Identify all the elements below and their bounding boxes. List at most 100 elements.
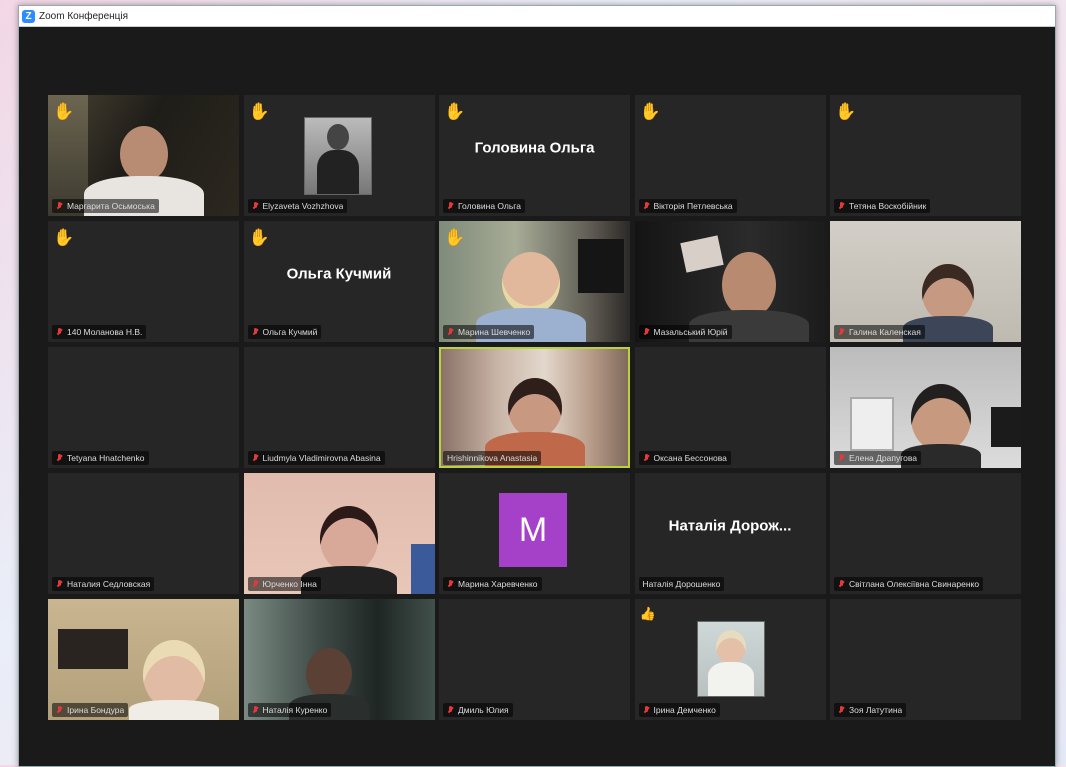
profile-picture — [696, 621, 765, 697]
name-label: Світлана Олексіївна Свинаренко — [834, 577, 984, 591]
video-feed — [634, 221, 826, 342]
name-label: Елена Драпугова — [834, 451, 921, 465]
avatar: M — [499, 493, 567, 567]
participant-tile[interactable]: Юрченко Інна — [243, 473, 435, 594]
participant-tile[interactable]: Світлана Олексіївна Свинаренко — [830, 473, 1021, 594]
name-label: Наталия Седловская — [52, 577, 155, 591]
muted-mic-icon — [643, 705, 650, 715]
name-label: Ірина Бондура — [52, 703, 129, 717]
participant-tile[interactable]: ✋ Марина Шевченко — [439, 221, 630, 342]
participant-tile[interactable]: ✋ Тетяна Воскобійник — [830, 95, 1021, 216]
zoom-window: Z Zoom Конференція ✋ Маргарита Осьмоська — [18, 5, 1056, 767]
name-label: Юрченко Інна — [247, 577, 321, 591]
name-label: Ірина Демченко — [638, 703, 720, 717]
participant-figure — [129, 640, 220, 720]
muted-mic-icon — [56, 453, 63, 463]
muted-mic-icon — [838, 453, 845, 463]
participant-tile[interactable]: ✋ Маргарита Осьмоська — [48, 95, 239, 216]
muted-mic-icon — [252, 579, 259, 589]
video-feed — [830, 221, 1021, 342]
video-feed — [48, 599, 239, 720]
participant-tile[interactable]: ✋ Вікторія Петлевська — [634, 95, 826, 216]
name-label: Вікторія Петлевська — [638, 199, 737, 213]
video-feed — [243, 473, 435, 594]
raised-hand-icon: ✋ — [248, 228, 270, 247]
name-label: Марина Шевченко — [443, 325, 535, 339]
name-label: Галина Каленская — [834, 325, 925, 339]
title-bar: Z Zoom Конференція — [19, 6, 1055, 27]
participant-tile[interactable]: Ольга Кучмий ✋ Ольга Кучмий — [243, 221, 435, 342]
participant-tile[interactable]: 👍 Ірина Демченко — [634, 599, 826, 720]
name-label: Маргарита Осьмоська — [52, 199, 159, 213]
name-label: Оксана Бессонова — [638, 451, 731, 465]
muted-mic-icon — [643, 201, 650, 211]
muted-mic-icon — [252, 705, 259, 715]
display-name: Наталія Дорож... — [668, 517, 792, 534]
video-feed — [439, 221, 630, 342]
muted-mic-icon — [56, 579, 63, 589]
participant-tile[interactable]: Дмиль Юлия — [439, 599, 630, 720]
name-label: Наталія Дорошенко — [638, 577, 725, 591]
name-label: Тетяна Воскобійник — [834, 199, 931, 213]
participant-grid: ✋ Маргарита Осьмоська ✋ Elyzaveta Vozhzh… — [48, 95, 1021, 720]
name-label: Головина Ольга — [443, 199, 525, 213]
raised-hand-icon: 👍 — [639, 606, 656, 621]
participant-tile[interactable]: Наталія Дорож... Наталія Дорошенко — [634, 473, 826, 594]
participant-tile[interactable]: ✋ 140 Моланова Н.В. — [48, 221, 239, 342]
muted-mic-icon — [643, 453, 650, 463]
active-speaker-tile[interactable]: Hrishinnikova Anastasia — [439, 347, 630, 468]
muted-mic-icon — [447, 579, 454, 589]
participant-tile[interactable]: Наталія Куренко — [243, 599, 435, 720]
gallery-view: ✋ Маргарита Осьмоська ✋ Elyzaveta Vozhzh… — [19, 27, 1055, 766]
muted-mic-icon — [838, 201, 845, 211]
participant-tile[interactable]: Елена Драпугова — [830, 347, 1021, 468]
profile-picture — [303, 117, 372, 195]
raised-hand-icon: ✋ — [444, 228, 466, 247]
participant-tile[interactable]: M Марина Харевченко — [439, 473, 630, 594]
window-title: Zoom Конференція — [39, 10, 129, 22]
participant-tile[interactable]: Галина Каленская — [830, 221, 1021, 342]
name-label: Зоя Латутина — [834, 703, 907, 717]
muted-mic-icon — [838, 579, 845, 589]
muted-mic-icon — [56, 705, 63, 715]
zoom-logo-icon: Z — [22, 9, 35, 23]
muted-mic-icon — [447, 327, 454, 337]
display-name: Ольга Кучмий — [286, 265, 392, 282]
name-label: Наталія Куренко — [247, 703, 332, 717]
display-name: Головина Ольга — [474, 139, 595, 156]
participant-tile[interactable]: Наталия Седловская — [48, 473, 239, 594]
raised-hand-icon: ✋ — [53, 228, 75, 247]
video-feed — [48, 95, 239, 216]
participant-tile[interactable]: ✋ Elyzaveta Vozhzhova — [243, 95, 435, 216]
name-label: Elyzaveta Vozhzhova — [247, 199, 348, 213]
name-label: Мазальський Юрій — [638, 325, 732, 339]
name-label: Tetyana Hnatchenko — [52, 451, 149, 465]
participant-tile[interactable]: Ірина Бондура — [48, 599, 239, 720]
participant-tile[interactable]: Оксана Бессонова — [634, 347, 826, 468]
participant-tile[interactable]: Liudmyla Vladimirovna Abasina — [243, 347, 435, 468]
participant-tile[interactable]: Головина Ольга ✋ Головина Ольга — [439, 95, 630, 216]
name-label: Liudmyla Vladimirovna Abasina — [247, 451, 385, 465]
name-label: Ольга Кучмий — [247, 325, 322, 339]
muted-mic-icon — [56, 201, 63, 211]
muted-mic-icon — [252, 201, 259, 211]
name-label: 140 Моланова Н.В. — [52, 325, 147, 339]
muted-mic-icon — [447, 705, 454, 715]
raised-hand-icon: ✋ — [835, 102, 857, 121]
video-feed — [830, 347, 1021, 468]
participant-tile[interactable]: Зоя Латутина — [830, 599, 1021, 720]
participant-tile[interactable]: Tetyana Hnatchenko — [48, 347, 239, 468]
raised-hand-icon: ✋ — [53, 102, 75, 121]
video-feed — [243, 599, 435, 720]
muted-mic-icon — [252, 453, 259, 463]
raised-hand-icon: ✋ — [248, 102, 270, 121]
muted-mic-icon — [447, 201, 454, 211]
muted-mic-icon — [56, 327, 63, 337]
raised-hand-icon: ✋ — [639, 102, 661, 121]
video-feed — [441, 349, 628, 466]
participant-tile[interactable]: Мазальський Юрій — [634, 221, 826, 342]
name-label: Марина Харевченко — [443, 577, 542, 591]
muted-mic-icon — [252, 327, 259, 337]
muted-mic-icon — [643, 327, 650, 337]
raised-hand-icon: ✋ — [444, 102, 466, 121]
